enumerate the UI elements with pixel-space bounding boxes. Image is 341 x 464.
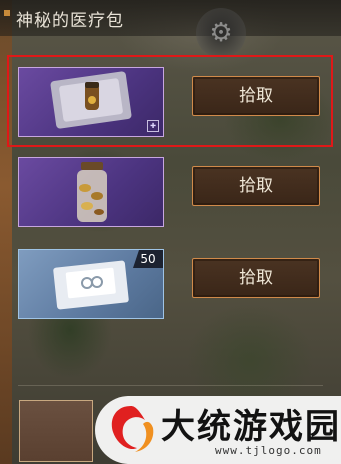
- pickup-button[interactable]: 拾取: [192, 166, 320, 206]
- selection-highlight: [7, 55, 333, 147]
- loot-item-row: 50 拾取: [18, 249, 328, 319]
- watermark-title: 大统游戏园: [161, 407, 341, 447]
- watermark-url: www.tjlogo.com: [215, 444, 322, 457]
- pill-jar-icon: [77, 162, 107, 222]
- pickup-button[interactable]: 拾取: [192, 258, 320, 298]
- panel-title: 神秘的医疗包: [16, 11, 124, 31]
- item-card-pill-jar[interactable]: [18, 157, 164, 227]
- title-marker-icon: [4, 10, 10, 16]
- divider: [18, 385, 323, 386]
- item-card-bandage-pack[interactable]: 50: [18, 249, 164, 319]
- faded-emblem-icon: ⚙: [196, 8, 246, 58]
- loot-panel-header: 神秘的医疗包: [0, 0, 341, 36]
- site-watermark: 大统游戏园 www.tjlogo.com: [95, 396, 341, 464]
- loot-item-row: 拾取: [18, 157, 328, 227]
- bottom-action-panel[interactable]: [19, 400, 93, 462]
- watermark-logo-icon: [111, 406, 154, 452]
